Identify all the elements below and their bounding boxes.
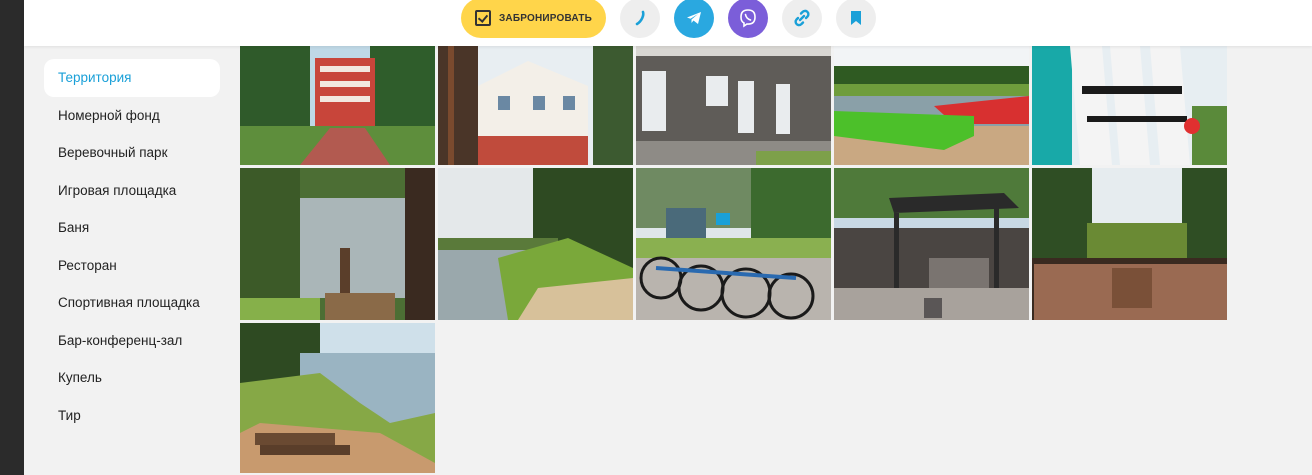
sidebar-item-restaurant[interactable]: Ресторан [44,247,220,285]
sidebar-item-playground[interactable]: Игровая площадка [44,172,220,210]
gallery-photo-brick-cottage[interactable] [438,46,633,165]
gallery-photo-sup-boards[interactable] [1032,46,1227,165]
link-icon [794,9,810,27]
sidebar-item-territory[interactable]: Территория [44,59,220,97]
gallery-photo-bicycles[interactable] [636,168,831,320]
calendar-check-icon [474,10,491,26]
sidebar-item-label: Ресторан [58,257,117,273]
telegram-icon [687,12,701,24]
gallery-photo-sandy-path[interactable] [240,323,435,473]
gallery-photo-river-forest[interactable] [438,168,633,320]
sidebar-item-label: Тир [58,407,81,423]
gallery-photo-stairs-river[interactable] [240,168,435,320]
sidebar-item-label: Территория [58,70,132,86]
phone-icon [635,10,645,26]
gallery-photo-wooden-deck[interactable] [1032,168,1227,320]
bookmark-icon [851,11,861,25]
top-bar: ЗАБРОНИРОВАТЬ [24,0,1312,46]
sidebar-item-plunge-pool[interactable]: Купель [44,359,220,397]
sidebar-item-shooting-range[interactable]: Тир [44,397,220,435]
left-edge-bar [0,0,24,475]
viber-button[interactable] [728,0,768,38]
sidebar-item-sauna[interactable]: Баня [44,209,220,247]
link-button[interactable] [782,0,822,38]
sidebar-item-label: Номерной фонд [58,107,160,123]
sidebar-item-bar-conference[interactable]: Бар-конференц-зал [44,322,220,360]
gallery-photo-bbq-gazebo[interactable] [834,168,1029,320]
gallery-photo-red-hotel[interactable] [240,46,435,165]
gallery-photo-kayaks[interactable] [834,46,1029,165]
header-actions: ЗАБРОНИРОВАТЬ [461,0,876,38]
sidebar-item-rooms[interactable]: Номерной фонд [44,97,220,135]
sidebar-item-label: Купель [58,370,102,386]
sidebar-item-label: Бар-конференц-зал [58,332,183,348]
gallery-photo-wooden-house[interactable] [636,46,831,165]
book-button[interactable]: ЗАБРОНИРОВАТЬ [461,0,606,38]
sidebar-item-label: Спортивная площадка [58,295,200,311]
sidebar-item-sports-ground[interactable]: Спортивная площадка [44,284,220,322]
sidebar-item-label: Веревочный парк [58,145,168,161]
sidebar-item-label: Игровая площадка [58,182,177,198]
sidebar-item-label: Баня [58,220,90,236]
bookmark-button[interactable] [836,0,876,38]
viber-icon [740,9,756,28]
category-sidebar: Территория Номерной фонд Веревочный парк… [44,59,220,434]
telegram-button[interactable] [674,0,714,38]
book-button-label: ЗАБРОНИРОВАТЬ [498,12,593,24]
sidebar-item-rope-park[interactable]: Веревочный парк [44,134,220,172]
phone-button[interactable] [620,0,660,38]
